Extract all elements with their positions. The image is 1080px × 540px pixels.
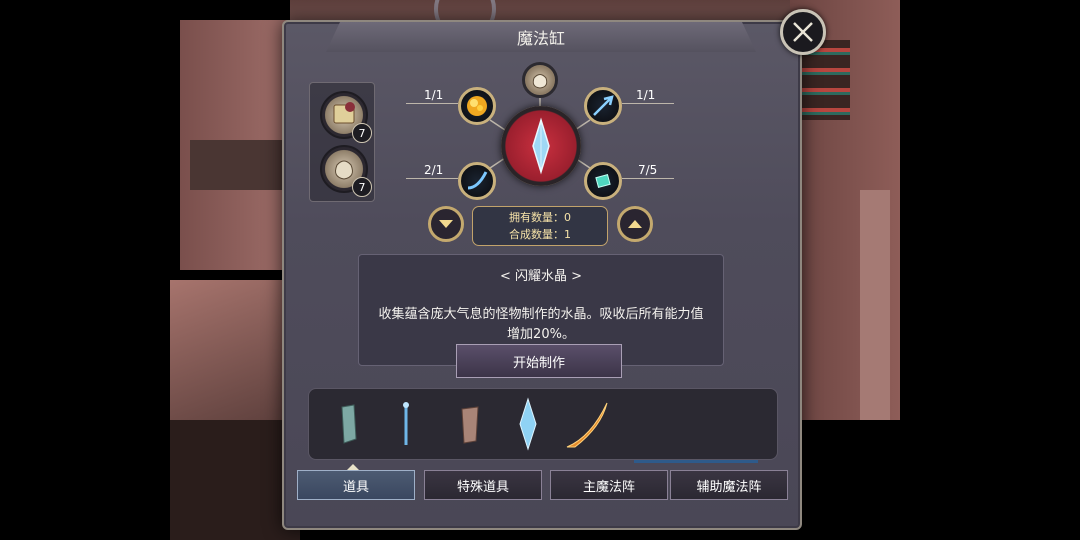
clay-shard-icon	[461, 406, 479, 444]
stone-shard-icon	[341, 404, 357, 444]
crystal-icon	[519, 397, 537, 451]
recipe-center-core[interactable]	[501, 106, 581, 186]
ingredient-slot-3[interactable]	[458, 162, 496, 200]
side-slot-count: 7	[352, 177, 372, 197]
ratio-underline	[406, 103, 458, 104]
strip-item[interactable]	[379, 397, 433, 451]
ingredient-slot-1[interactable]	[458, 87, 496, 125]
increase-button[interactable]	[617, 206, 653, 242]
flame-sickle-icon	[566, 402, 608, 448]
ingredient-slot-2[interactable]	[584, 87, 622, 125]
close-button[interactable]	[780, 9, 826, 55]
strip-item[interactable]	[321, 397, 375, 451]
feather-arrow-icon	[593, 95, 614, 116]
chevron-up-icon	[628, 220, 642, 228]
gold-ore-icon	[467, 96, 487, 116]
tab-items[interactable]: 道具	[297, 470, 415, 500]
side-slot-recipe[interactable]: 7	[320, 91, 372, 143]
ratio-underline	[406, 178, 458, 179]
chevron-down-icon	[439, 220, 453, 228]
ratio-underline	[622, 103, 674, 104]
right-pillar	[860, 190, 890, 420]
item-description: 收集蕴含庞大气息的怪物制作的水晶。吸收后所有能力值增加20%。	[378, 307, 704, 342]
window-title: 魔法缸	[326, 22, 756, 52]
teal-gem-icon	[595, 174, 611, 188]
side-item-stack: 7 7	[309, 82, 375, 202]
strip-scroll-indicator	[634, 460, 758, 463]
close-x-icon	[793, 22, 813, 42]
owned-count: 拥有数量：0	[509, 211, 571, 224]
floor-shadow	[170, 420, 300, 540]
tab-special-items[interactable]: 特殊道具	[424, 470, 542, 500]
blue-wand-icon	[403, 402, 409, 445]
recipe-top-slot[interactable]	[522, 62, 558, 98]
crystal-icon	[532, 117, 550, 175]
strip-item[interactable]	[501, 397, 555, 451]
strip-item[interactable]	[443, 397, 497, 451]
item-strip	[308, 388, 778, 460]
ingredient-ratio: 2/1	[424, 163, 444, 177]
ratio-underline	[622, 178, 674, 179]
tab-support-circle[interactable]: 辅助魔法阵	[670, 470, 788, 500]
side-slot-count: 7	[352, 123, 372, 143]
blue-claw-icon	[467, 171, 488, 190]
side-slot-pouch[interactable]: 7	[320, 145, 372, 197]
strip-item[interactable]	[561, 397, 615, 451]
item-name: < 闪耀水晶 >	[499, 269, 583, 284]
tab-main-circle[interactable]: 主魔法阵	[550, 470, 668, 500]
ingredient-ratio: 1/1	[424, 88, 444, 102]
decrease-button[interactable]	[428, 206, 464, 242]
craft-count: 合成数量：1	[509, 228, 571, 241]
ingredient-ratio: 1/1	[636, 88, 656, 102]
desk	[190, 140, 290, 190]
ingredient-ratio: 7/5	[638, 163, 658, 177]
pouch-icon	[532, 74, 548, 89]
quantity-readout: 拥有数量：0 合成数量：1	[472, 206, 608, 246]
start-crafting-button[interactable]: 开始制作	[456, 344, 622, 378]
ingredient-slot-4[interactable]	[584, 162, 622, 200]
